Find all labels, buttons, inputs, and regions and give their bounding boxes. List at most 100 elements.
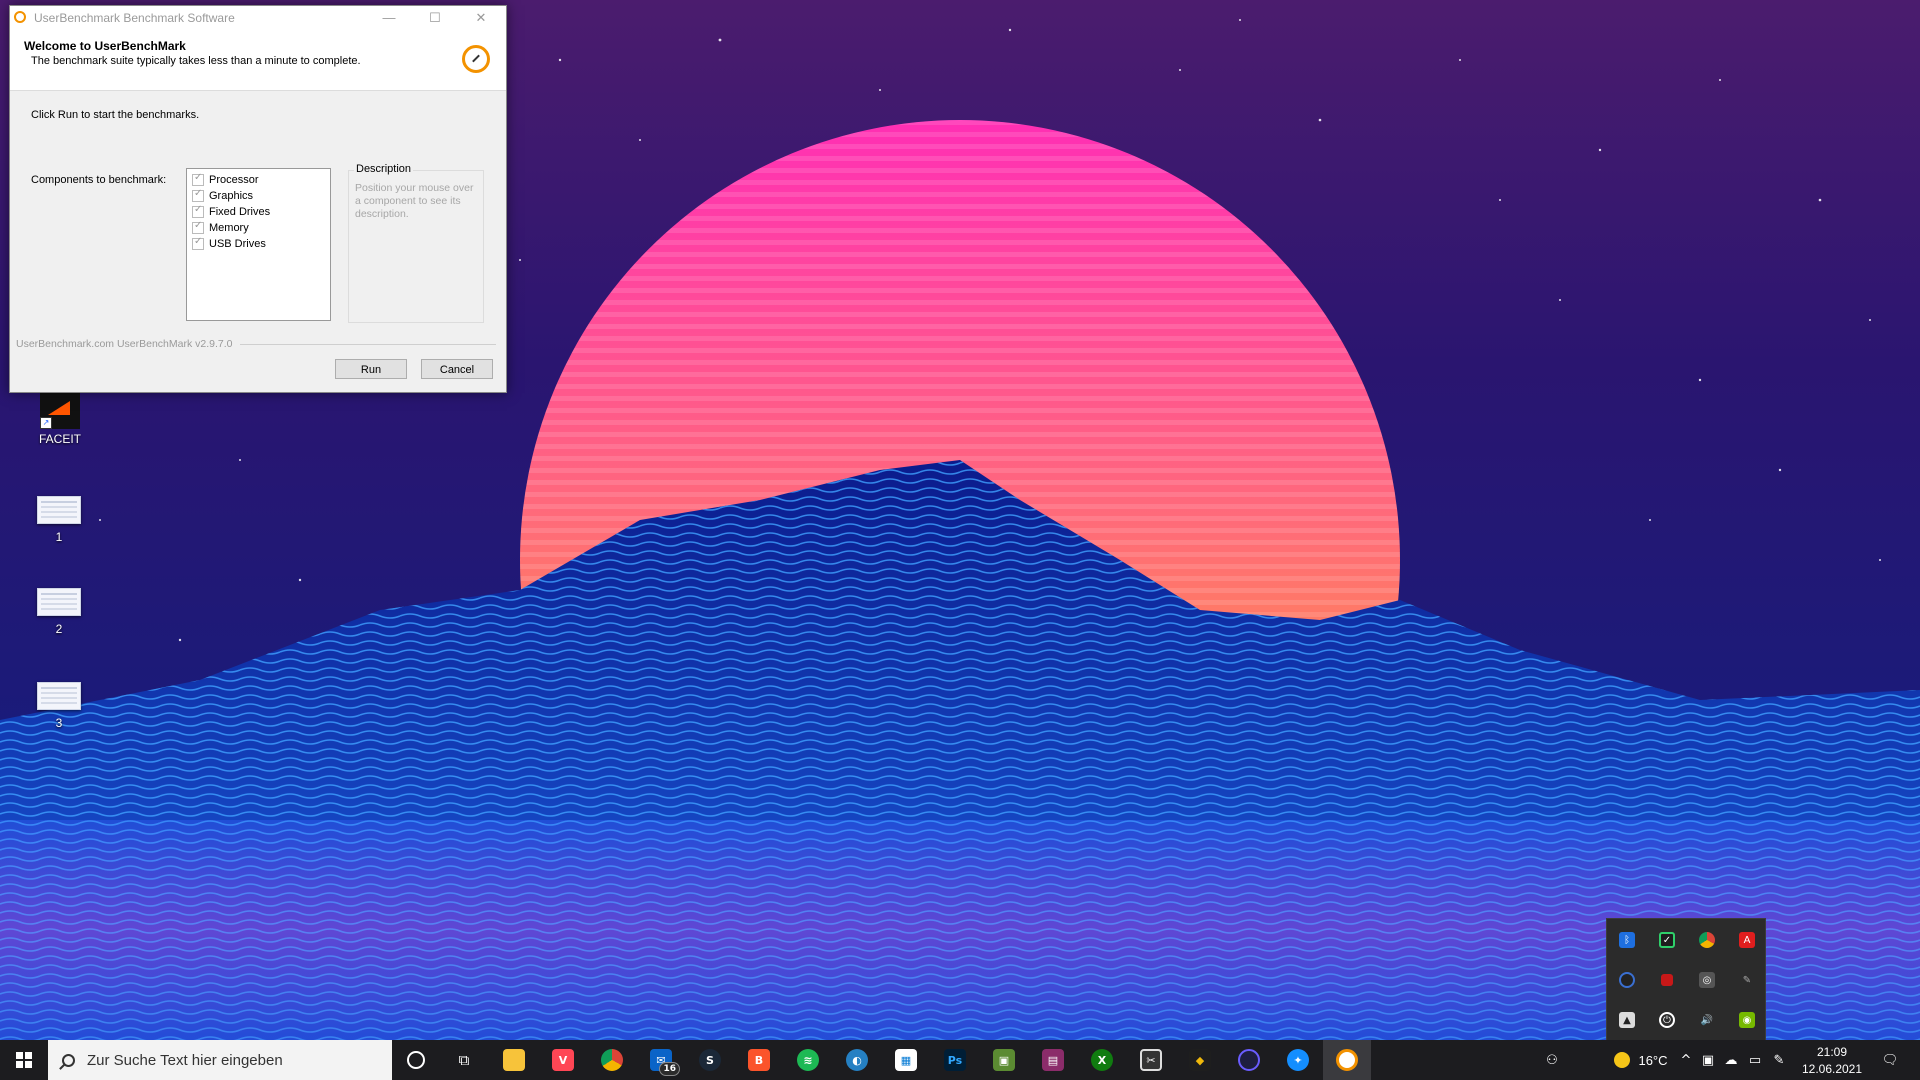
checkbox[interactable] xyxy=(192,220,204,234)
volume-icon[interactable]: 🔊 xyxy=(1687,1000,1727,1040)
xbox-icon[interactable]: X xyxy=(1078,1040,1126,1080)
header-subtitle: The benchmark suite typically takes less… xyxy=(31,55,361,67)
version-footer: UserBenchmark.com UserBenchMark v2.9.7.0 xyxy=(16,338,233,350)
desktop-icon-file-3[interactable]: 3 xyxy=(24,682,94,730)
userbenchmark-app-icon xyxy=(14,11,26,23)
document-thumbnail-icon xyxy=(37,496,81,524)
search-box[interactable]: Zur Suche Text hier eingeben xyxy=(48,1040,392,1080)
weather-sun-icon xyxy=(1614,1052,1631,1068)
userbenchmark-icon[interactable] xyxy=(1323,1040,1371,1080)
brave-icon[interactable]: B xyxy=(735,1040,783,1080)
userbenchmark-window: UserBenchmark Benchmark Software — ☐ ✕ W… xyxy=(9,5,507,393)
meet-now-icon[interactable]: ▣ xyxy=(1698,1040,1718,1080)
desktop-icon-label: 1 xyxy=(55,530,63,544)
chrome-icon[interactable] xyxy=(1687,920,1727,960)
red-app-icon[interactable] xyxy=(1647,960,1687,1000)
chrome-icon[interactable] xyxy=(588,1040,636,1080)
start-button[interactable] xyxy=(0,1040,48,1080)
component-item-usb-drives[interactable]: USB Drives xyxy=(192,236,330,252)
components-label: Components to benchmark: xyxy=(31,174,167,186)
component-item-fixed-drives[interactable]: Fixed Drives xyxy=(192,204,330,220)
desktop-icon-file-1[interactable]: 1 xyxy=(24,496,94,544)
acrobat-icon[interactable]: A xyxy=(1727,920,1767,960)
clock-date: 12.06.2021 xyxy=(1801,1062,1863,1076)
clock-time: 21:09 xyxy=(1816,1045,1848,1059)
valorant-icon[interactable]: V xyxy=(539,1040,587,1080)
header-title: Welcome to UserBenchMark xyxy=(24,39,186,53)
desktop-icon-label: FACEIT xyxy=(38,432,81,446)
checkbox[interactable] xyxy=(192,204,204,218)
cortana-icon[interactable] xyxy=(392,1040,440,1080)
steam-icon[interactable]: S xyxy=(686,1040,734,1080)
cancel-button[interactable]: Cancel xyxy=(421,359,493,379)
notifications-icon[interactable]: 🗨 xyxy=(1874,1040,1906,1080)
run-button[interactable]: Run xyxy=(335,359,407,379)
chevron-up-icon[interactable]: ^ xyxy=(1676,1040,1696,1080)
battlenet-icon[interactable]: ✦ xyxy=(1274,1040,1322,1080)
desktop-icon-label: 3 xyxy=(55,716,63,730)
window-title: UserBenchmark Benchmark Software xyxy=(34,11,235,25)
winrar-icon[interactable]: ▤ xyxy=(1029,1040,1077,1080)
lightshot-icon[interactable] xyxy=(1225,1040,1273,1080)
windows-security-icon[interactable]: ✓ xyxy=(1647,920,1687,960)
search-icon xyxy=(62,1053,75,1067)
nvidia-shadowplay-icon[interactable]: ◎ xyxy=(1687,960,1727,1000)
checkbox[interactable] xyxy=(192,236,204,250)
pen-icon[interactable]: ✎ xyxy=(1727,960,1767,1000)
title-bar[interactable]: UserBenchmark Benchmark Software — ☐ ✕ xyxy=(10,6,506,30)
component-label: Fixed Drives xyxy=(209,206,271,218)
snipping-tool-icon[interactable]: ✂ xyxy=(1127,1040,1175,1080)
component-label: Graphics xyxy=(209,190,254,202)
component-label: Processor xyxy=(209,174,259,186)
component-item-graphics[interactable]: Graphics xyxy=(192,188,330,204)
userbenchmark-logo-icon xyxy=(462,45,490,73)
clock[interactable]: 21:09 12.06.2021 xyxy=(1792,1044,1872,1078)
faceit-icon: ↗ xyxy=(40,393,80,429)
component-label: Memory xyxy=(209,222,249,234)
weather-temperature: 16°C xyxy=(1638,1052,1668,1068)
maximize-button[interactable]: ☐ xyxy=(412,6,458,30)
weather-widget[interactable]: 16°C xyxy=(1596,1040,1686,1080)
wizard-header: Welcome to UserBenchMark The benchmark s… xyxy=(10,30,506,91)
document-thumbnail-icon xyxy=(37,588,81,616)
description-text: Position your mouse over a component to … xyxy=(355,182,474,220)
network-drive-icon[interactable]: ▲ xyxy=(1607,1000,1647,1040)
instruction-text: Click Run to start the benchmarks. xyxy=(31,109,200,121)
mail-icon[interactable]: ✉ 16 xyxy=(637,1040,685,1080)
component-label: USB Drives xyxy=(209,238,266,250)
shortcut-arrow-icon: ↗ xyxy=(40,417,52,429)
nvidia-icon[interactable]: ◉ xyxy=(1727,1000,1767,1040)
onedrive-icon[interactable]: ☁ xyxy=(1720,1040,1742,1080)
network-icon[interactable]: ▭ xyxy=(1744,1040,1766,1080)
checkbox[interactable] xyxy=(192,172,204,186)
desktop-icon-faceit[interactable]: ↗ FACEIT xyxy=(25,393,95,446)
bluetooth-icon[interactable]: ᛒ xyxy=(1607,920,1647,960)
photoshop-icon[interactable]: Ps xyxy=(931,1040,979,1080)
desktop-icon-file-2[interactable]: 2 xyxy=(24,588,94,636)
components-listbox[interactable]: Processor Graphics Fixed Drives Memory U… xyxy=(186,168,331,321)
taskbar: Zur Suche Text hier eingeben ⧉ V ✉ 16 S B… xyxy=(0,1040,1920,1080)
document-thumbnail-icon xyxy=(37,682,81,710)
minecraft-launcher-icon[interactable]: ▣ xyxy=(980,1040,1028,1080)
spotify-icon[interactable]: ≋ xyxy=(784,1040,832,1080)
component-item-processor[interactable]: Processor xyxy=(192,172,330,188)
checkbox[interactable] xyxy=(192,188,204,202)
binance-icon[interactable]: ◆ xyxy=(1176,1040,1224,1080)
tray-overflow-popup: ᛒ ✓ A ◎ ✎ ▲ ⏻ 🔊 ◉ xyxy=(1606,918,1766,1042)
teamspeak-icon[interactable]: ◐ xyxy=(833,1040,881,1080)
desktop-icon-label: 2 xyxy=(55,622,63,636)
store-icon[interactable]: ▦ xyxy=(882,1040,930,1080)
people-icon[interactable]: ⚇ xyxy=(1538,1040,1566,1080)
search-placeholder: Zur Suche Text hier eingeben xyxy=(87,1051,283,1069)
windows-logo-icon xyxy=(16,1052,32,1068)
file-explorer-icon[interactable] xyxy=(490,1040,538,1080)
component-item-memory[interactable]: Memory xyxy=(192,220,330,236)
shield-icon[interactable]: ⏻ xyxy=(1647,1000,1687,1040)
description-title: Description xyxy=(354,163,414,175)
pen-workspace-icon[interactable]: ✎ xyxy=(1768,1040,1790,1080)
minimize-button[interactable]: — xyxy=(366,6,412,30)
footer-divider xyxy=(240,344,496,345)
obs-icon[interactable] xyxy=(1607,960,1647,1000)
task-view-icon[interactable]: ⧉ xyxy=(440,1040,488,1080)
close-button[interactable]: ✕ xyxy=(458,6,504,30)
